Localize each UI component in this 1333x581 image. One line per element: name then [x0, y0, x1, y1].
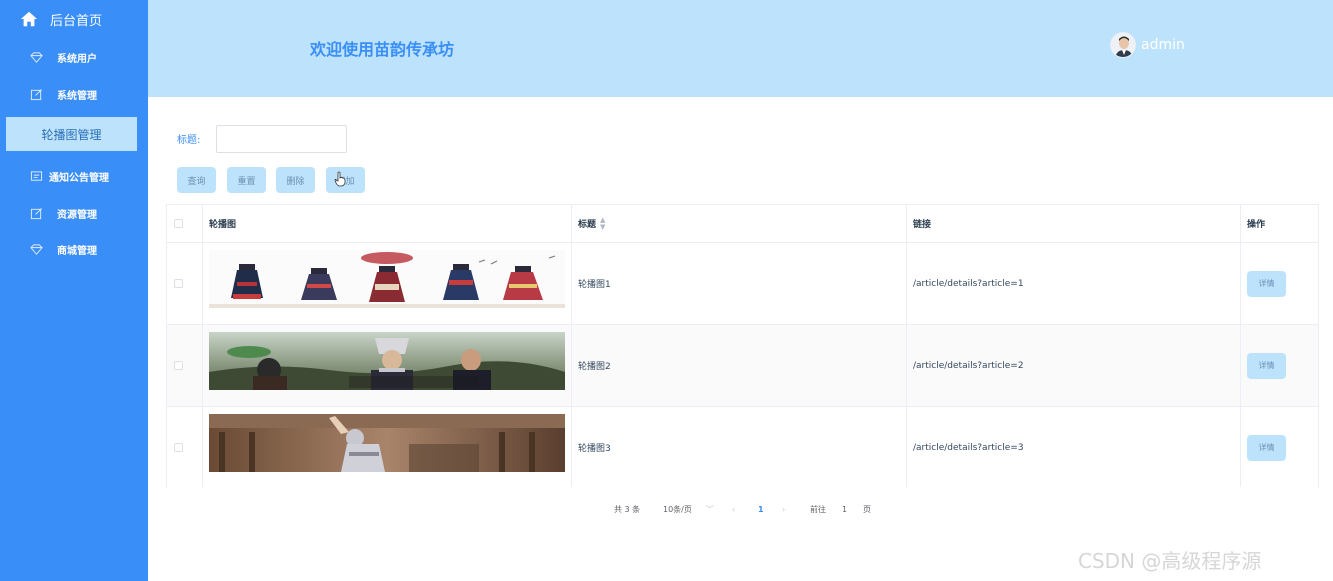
next-page-icon[interactable]: ›	[782, 503, 785, 515]
sidebar-item-system-management[interactable]: 系统管理	[0, 76, 148, 112]
row-checkbox[interactable]	[174, 279, 183, 288]
user-menu[interactable]: admin	[1110, 32, 1185, 58]
delete-button[interactable]: 删除	[276, 167, 315, 193]
sidebar-item-label: 资源管理	[57, 209, 97, 221]
sidebar-item-shop-management[interactable]: 商城管理	[0, 231, 148, 267]
table-row: 轮播图1 /article/details?article=1 详情	[167, 243, 1318, 325]
search-title-input[interactable]	[216, 125, 347, 153]
goto-prefix: 前往	[810, 504, 826, 514]
detail-button[interactable]: 详情	[1247, 270, 1286, 297]
diamond-icon	[30, 243, 43, 255]
sidebar-item-label: 轮播图管理	[41, 127, 102, 142]
table-header-row: 轮播图 标题 ▲ ▼ 链接 操作	[167, 205, 1318, 243]
message-icon	[30, 170, 43, 181]
avatar-icon	[1111, 33, 1135, 57]
prev-page-icon[interactable]: ‹	[732, 503, 735, 515]
row-select-cell	[174, 243, 183, 324]
page-size-value: 10条/页	[663, 504, 692, 514]
column-divider	[571, 205, 572, 487]
row-action-cell: 详情	[1247, 243, 1286, 324]
query-button[interactable]: 查询	[177, 167, 216, 193]
table-row: 轮播图2 /article/details?article=2 详情	[167, 325, 1318, 407]
chevron-down-icon: ﹀	[705, 504, 714, 514]
page-size-select[interactable]: 10条/页 ﹀	[663, 503, 714, 515]
sidebar-item-resource-management[interactable]: 资源管理	[0, 195, 148, 231]
table-row: 轮播图3 /article/details?article=3 详情	[167, 407, 1318, 488]
sidebar-item-label: 商城管理	[57, 245, 97, 257]
row-checkbox[interactable]	[174, 361, 183, 370]
carousel-image-1	[209, 250, 565, 308]
diamond-icon	[30, 51, 43, 63]
edit-icon	[30, 88, 42, 100]
app-root: 后台首页 系统用户 系统管理 轮播图管理 通知公告管理 资源管理 商城管理 欢迎…	[0, 0, 1333, 581]
header: 欢迎使用苗韵传承坊 admin	[148, 0, 1333, 97]
column-header-image: 轮播图	[209, 220, 237, 230]
row-title: 轮播图1	[578, 280, 611, 290]
username: admin	[1141, 37, 1185, 53]
home-icon	[20, 11, 38, 27]
row-action-cell: 详情	[1247, 325, 1286, 406]
sidebar-home-label: 后台首页	[50, 13, 103, 29]
column-divider	[1240, 205, 1241, 487]
detail-button[interactable]: 详情	[1247, 352, 1286, 379]
sidebar-home[interactable]: 后台首页	[0, 0, 148, 38]
goto-page-input[interactable]: 1	[842, 503, 847, 515]
sidebar-item-label: 系统管理	[57, 90, 97, 102]
select-all-checkbox[interactable]	[174, 219, 183, 228]
edit-icon	[30, 207, 42, 219]
row-title: 轮播图3	[578, 444, 611, 454]
column-header-link: 链接	[913, 220, 932, 230]
row-link: /article/details?article=2	[913, 360, 1024, 371]
column-divider	[202, 205, 203, 487]
sidebar-item-label: 通知公告管理	[49, 172, 109, 184]
row-link: /article/details?article=1	[913, 278, 1024, 289]
sort-icon[interactable]: ▲ ▼	[600, 216, 605, 231]
pagination-total: 共 3 条	[614, 504, 641, 514]
row-select-cell	[174, 407, 183, 488]
column-header-title[interactable]: 标题 ▲ ▼	[578, 205, 605, 242]
welcome-title: 欢迎使用苗韵传承坊	[310, 40, 455, 59]
select-all-cell	[174, 205, 183, 242]
row-link: /article/details?article=3	[913, 442, 1024, 453]
column-header-title-label: 标题	[578, 220, 597, 230]
row-checkbox[interactable]	[174, 443, 183, 452]
column-header-action: 操作	[1247, 220, 1266, 230]
reset-button[interactable]: 重置	[227, 167, 266, 193]
watermark: CSDN @高级程序源	[1078, 549, 1262, 573]
sidebar-item-label: 系统用户	[57, 53, 97, 65]
sidebar-item-system-users[interactable]: 系统用户	[0, 39, 148, 75]
carousel-image-2	[209, 332, 565, 390]
sidebar-item-notice-management[interactable]: 通知公告管理	[0, 158, 148, 194]
goto-suffix: 页	[863, 504, 871, 514]
carousel-image-3	[209, 414, 565, 472]
row-select-cell	[174, 325, 183, 406]
row-action-cell: 详情	[1247, 407, 1286, 488]
avatar	[1110, 32, 1136, 58]
search-title-label: 标题:	[177, 135, 201, 146]
row-title: 轮播图2	[578, 362, 611, 372]
hand-cursor-icon	[334, 171, 346, 187]
detail-button[interactable]: 详情	[1247, 434, 1286, 461]
sidebar: 后台首页 系统用户 系统管理 轮播图管理 通知公告管理 资源管理 商城管理	[0, 0, 148, 581]
sidebar-item-carousel-management[interactable]: 轮播图管理	[6, 117, 137, 151]
carousel-table: 轮播图 标题 ▲ ▼ 链接 操作 轮播图1 /article/details?a…	[166, 204, 1319, 488]
column-divider	[906, 205, 907, 487]
page-number-current[interactable]: 1	[758, 503, 764, 515]
